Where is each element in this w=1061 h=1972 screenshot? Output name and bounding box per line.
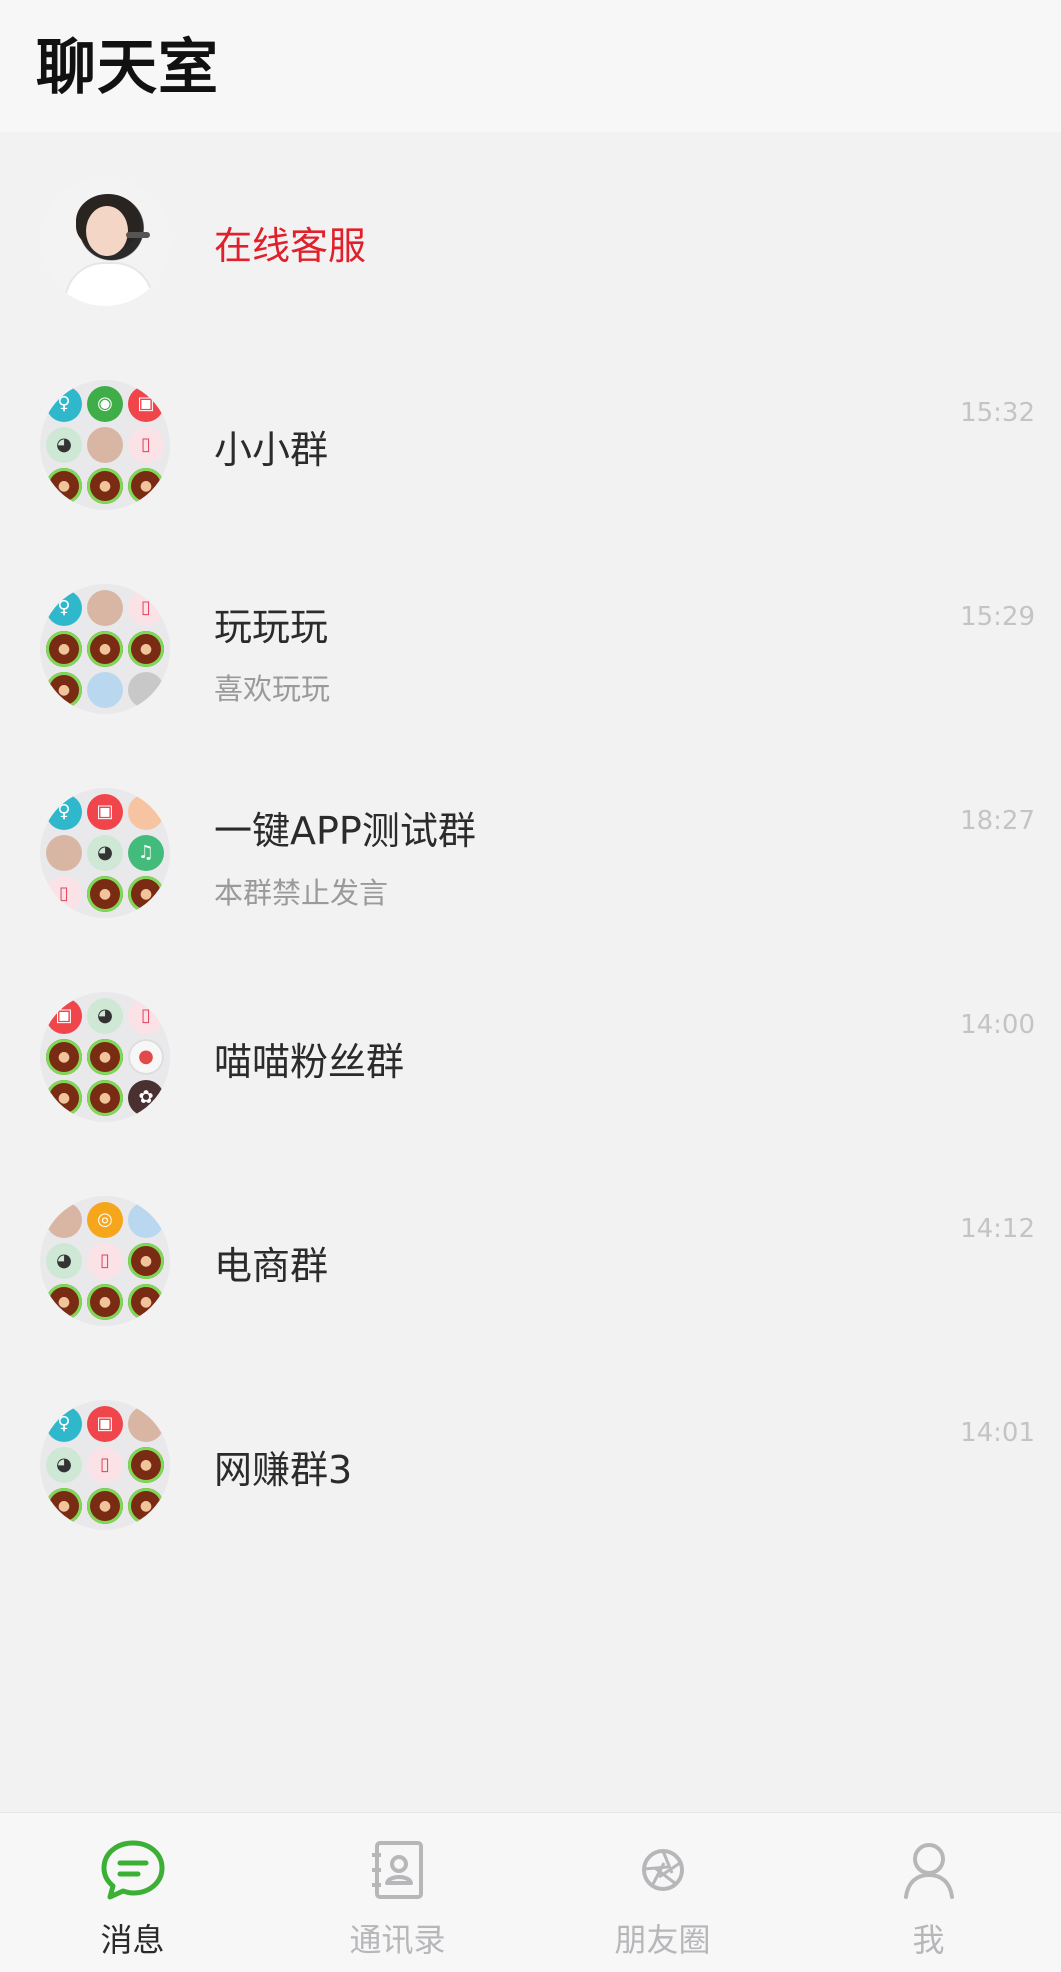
chat-preview: 喜欢玩玩	[214, 672, 331, 706]
chat-title: 电商群	[214, 1244, 329, 1288]
member-avatar: ◕	[46, 1447, 82, 1483]
contacts-book-icon	[371, 1841, 423, 1899]
tab-me[interactable]: 我	[796, 1813, 1061, 1971]
member-avatar: ▯	[128, 427, 164, 463]
member-avatar: ▯	[46, 876, 82, 912]
member-avatar: ▯	[128, 998, 164, 1034]
chat-time: 18:27	[960, 806, 1035, 836]
chat-preview: 本群禁止发言	[214, 876, 389, 910]
member-avatar	[128, 1284, 164, 1320]
member-avatar: ▣	[87, 794, 123, 830]
member-avatar	[128, 1243, 164, 1279]
member-avatar: ◕	[87, 998, 123, 1034]
member-avatar: ♀	[46, 590, 82, 626]
chat-item[interactable]: ♀ ◉ ▣ ◕ ▯ 小小群 15:32	[0, 336, 1061, 540]
chat-item[interactable]: ◎ ◕ ▯ 电商群 14:12	[0, 1152, 1061, 1356]
member-avatar	[128, 1447, 164, 1483]
member-avatar: ●	[128, 1039, 164, 1075]
group-avatar: ▣ ◕ ▯ ● ✿	[40, 992, 170, 1122]
chat-title: 在线客服	[214, 224, 367, 268]
member-avatar: ▯	[128, 590, 164, 626]
chat-time: 15:32	[960, 398, 1035, 428]
member-avatar	[128, 1488, 164, 1524]
member-avatar: ♀	[46, 386, 82, 422]
member-avatar	[128, 631, 164, 667]
member-avatar: ◕	[87, 835, 123, 871]
member-avatar	[46, 672, 82, 708]
group-avatar: ♀ ▯	[40, 584, 170, 714]
member-avatar	[46, 1284, 82, 1320]
page-title: 聊天室	[36, 33, 219, 103]
member-avatar	[46, 468, 82, 504]
tab-label: 朋友圈	[614, 1921, 711, 1959]
member-avatar: ◕	[46, 1243, 82, 1279]
chat-title: 小小群	[214, 428, 329, 472]
group-avatar: ♀ ◉ ▣ ◕ ▯	[40, 380, 170, 510]
member-avatar	[128, 468, 164, 504]
chat-title: 喵喵粉丝群	[214, 1040, 405, 1084]
tab-label: 我	[912, 1921, 945, 1959]
member-avatar: ▣	[128, 386, 164, 422]
member-avatar	[128, 1406, 164, 1442]
chat-title: 网赚群3	[214, 1448, 353, 1492]
member-avatar	[46, 1039, 82, 1075]
member-avatar	[87, 1080, 123, 1116]
member-avatar	[46, 1202, 82, 1238]
chat-item[interactable]: ♀ ▣ ◕ ♫ ▯ 一键APP测试群 本群禁止发言 18:27	[0, 744, 1061, 948]
member-avatar	[87, 427, 123, 463]
tab-moments[interactable]: 朋友圈	[530, 1813, 795, 1971]
avatar	[40, 176, 170, 306]
chat-title: 玩玩玩	[214, 605, 329, 649]
member-avatar	[128, 1202, 164, 1238]
tab-contacts[interactable]: 通讯录	[265, 1813, 530, 1971]
member-avatar	[87, 672, 123, 708]
chat-item[interactable]: ♀ ▯ 玩玩玩 喜欢玩玩 15:29	[0, 540, 1061, 744]
chat-item[interactable]: ♀ ▣ ◕ ▯ 网赚群3 14:01	[0, 1356, 1061, 1560]
aperture-icon	[641, 1849, 684, 1891]
chat-bubble-icon	[101, 1840, 164, 1900]
member-avatar: ◎	[87, 1202, 123, 1238]
member-avatar	[46, 1080, 82, 1116]
header-bar: 聊天室	[0, 0, 1061, 132]
group-avatar: ◎ ◕ ▯	[40, 1196, 170, 1326]
chat-time: 14:12	[960, 1214, 1035, 1244]
group-avatar: ♀ ▣ ◕ ▯	[40, 1400, 170, 1530]
member-avatar	[128, 794, 164, 830]
member-avatar	[87, 468, 123, 504]
member-avatar: ▯	[87, 1243, 123, 1279]
member-avatar: ◕	[46, 427, 82, 463]
member-avatar	[87, 1488, 123, 1524]
member-avatar	[87, 1284, 123, 1320]
member-avatar: ◉	[87, 386, 123, 422]
tab-messages[interactable]: 消息	[0, 1813, 265, 1971]
member-avatar	[128, 672, 164, 708]
group-avatar: ♀ ▣ ◕ ♫ ▯	[40, 788, 170, 918]
bottom-tab-bar: 消息 通讯录 朋友圈 我	[0, 1812, 1061, 1972]
member-avatar: ▣	[87, 1406, 123, 1442]
chat-item[interactable]: ▣ ◕ ▯ ● ✿ 喵喵粉丝群 14:00	[0, 948, 1061, 1152]
chat-item-customer-service[interactable]: 在线客服	[0, 132, 1061, 336]
tab-label: 消息	[100, 1921, 165, 1959]
person-icon	[903, 1843, 954, 1899]
member-avatar: ♀	[46, 794, 82, 830]
member-avatar: ▯	[87, 1447, 123, 1483]
member-avatar: ♫	[128, 835, 164, 871]
member-avatar	[46, 631, 82, 667]
member-avatar	[87, 631, 123, 667]
member-avatar	[128, 876, 164, 912]
member-avatar: ♀	[46, 1406, 82, 1442]
member-avatar: ▣	[46, 998, 82, 1034]
member-avatar	[87, 876, 123, 912]
member-avatar	[46, 835, 82, 871]
chat-time: 15:29	[960, 602, 1035, 632]
chat-title: 一键APP测试群	[214, 809, 476, 853]
tab-label: 通讯录	[349, 1921, 446, 1959]
member-avatar	[87, 590, 123, 626]
member-avatar	[87, 1039, 123, 1075]
member-avatar: ✿	[128, 1080, 164, 1116]
chat-time: 14:01	[960, 1418, 1035, 1448]
chat-time: 14:00	[960, 1010, 1035, 1040]
member-avatar	[46, 1488, 82, 1524]
